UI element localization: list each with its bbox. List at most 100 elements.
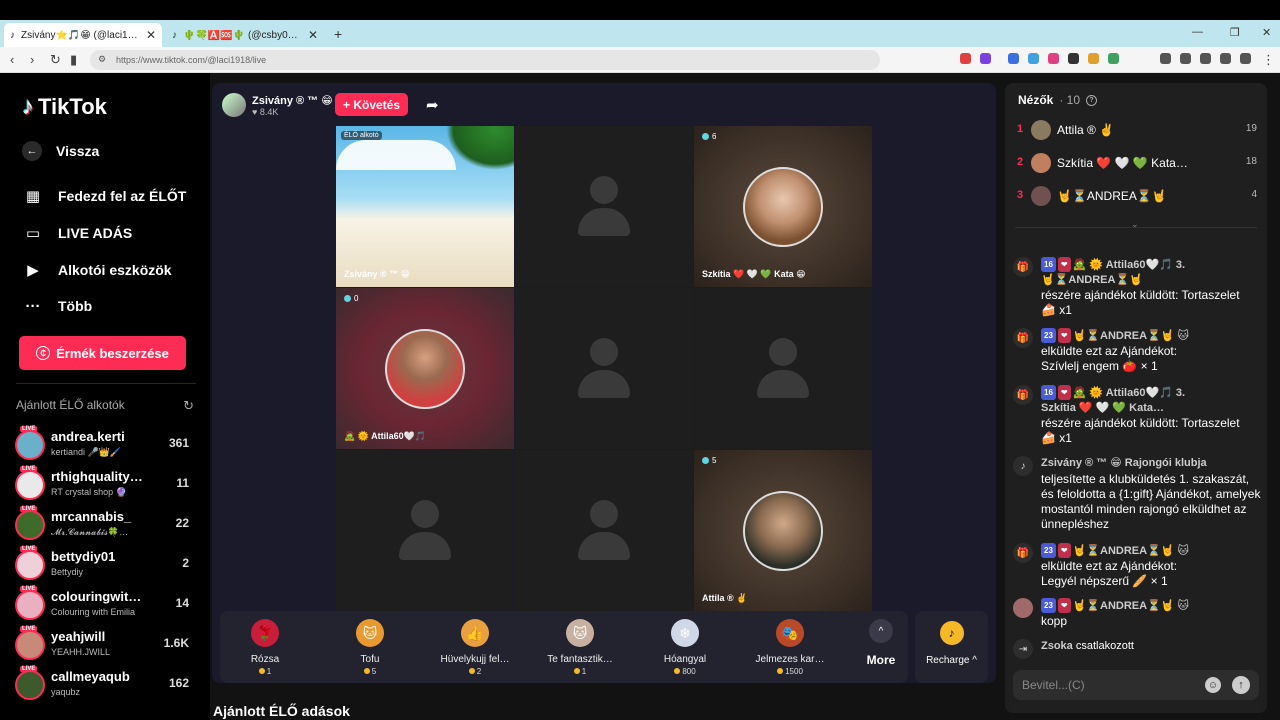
gift-item[interactable]: 👍 Hüvelykujj fel… 2 <box>425 619 525 679</box>
live-badge: LIVE <box>20 586 38 592</box>
help-icon[interactable]: ? <box>1086 94 1098 106</box>
close-tab-icon[interactable]: ✕ <box>146 28 156 42</box>
chat-input[interactable]: Bevitel...(C) ☺ ↑ <box>1013 670 1259 700</box>
top-viewer-item[interactable]: 1 Attila ® ✌️ 19 <box>1017 118 1257 142</box>
shield-icon[interactable] <box>1240 53 1251 64</box>
close-window-icon[interactable]: ✕ <box>1262 26 1271 39</box>
viewers-header[interactable]: Nézők · 10 ? <box>1018 93 1098 107</box>
guest-cell-empty[interactable] <box>694 288 872 449</box>
extension-icon[interactable] <box>1108 53 1119 64</box>
top-viewer-item[interactable]: 2 Szkítia ❤️ 🤍 💚 Kata… 18 <box>1017 151 1257 175</box>
share-icon[interactable]: ➦ <box>426 96 439 114</box>
creator-tools-icon: ▶ <box>27 262 39 279</box>
url-input[interactable]: ⚙ https://www.tiktok.com/@laci1918/live <box>90 50 880 70</box>
browser-tab-active[interactable]: ♪ Zsivány⭐🎵😁 (@laci1918) É… ✕ <box>4 23 162 47</box>
host-avatar[interactable] <box>222 93 246 117</box>
maximize-icon[interactable]: ❐ <box>1230 26 1240 39</box>
creator-item[interactable]: LIVE yeahjwill YEAHH.JWILL 1.6K <box>15 626 195 663</box>
gift-icon: 🐱 <box>566 619 594 647</box>
message-text: kopp <box>1041 614 1068 628</box>
nav-label: LIVE ADÁS <box>58 225 133 241</box>
message-author[interactable]: 16 ❤ 🧟 🌞 Attila60🤍🎵 3. 🤘⏳ANDREA⏳🤘 <box>1041 257 1261 288</box>
guest-cell-empty[interactable] <box>515 450 693 611</box>
tiktok-logo[interactable]: ♪ TikTok <box>22 93 107 121</box>
message-author[interactable]: Zsivány ® ™ 😁 Rajongói klubja <box>1041 456 1261 471</box>
gift-price: 800 <box>635 667 735 676</box>
favorites-icon[interactable] <box>1220 53 1231 64</box>
gift-item[interactable]: 🐱 Te fantasztik… 1 <box>530 619 630 679</box>
creator-subtitle: Bettydiy <box>51 567 84 577</box>
sidebar-toggle-icon[interactable] <box>1180 53 1191 64</box>
message-author[interactable]: 16 ❤ 🧟 🌞 Attila60🤍🎵 3. Szkítia ❤️ 🤍 💚 Kata… <box>1041 385 1261 416</box>
guest-cell-empty[interactable] <box>515 126 693 287</box>
top-viewer-item[interactable]: 3 🤘⏳ANDREA⏳🤘 4 <box>1017 184 1257 208</box>
extension-icon[interactable] <box>1088 53 1099 64</box>
creator-name: bettydiy01 <box>51 549 116 564</box>
creator-name: callmeyaqub <box>51 669 130 684</box>
divider <box>16 383 196 384</box>
back-icon[interactable]: ‹ <box>10 52 14 67</box>
extension-icon[interactable] <box>980 53 991 64</box>
message-author[interactable]: Zsoka csatlakozott <box>1041 639 1261 654</box>
menu-dots-icon[interactable]: ⋮ <box>1262 52 1275 68</box>
gift-item[interactable]: ❄ Hóangyal 800 <box>635 619 735 679</box>
get-coins-button[interactable]: ₵ Érmék beszerzése <box>19 336 186 370</box>
guest-cell[interactable]: 0 🧟 🌞 Attila60🤍🎵 <box>336 288 514 449</box>
extension-icon[interactable] <box>1160 53 1171 64</box>
nav-creator-tools[interactable]: ▶ Alkotói eszközök <box>22 259 171 281</box>
chevron-down-icon[interactable]: ⌄ <box>1131 219 1139 230</box>
more-gifts-button[interactable]: ^ More <box>856 619 906 667</box>
host-info[interactable]: Zsivány ® ™ 😁 ♥ 8.4K <box>222 93 333 117</box>
gift-item[interactable]: 🐱 Tofu 5 <box>320 619 420 679</box>
guest-cell-empty[interactable] <box>336 450 514 611</box>
extension-icon[interactable] <box>1048 53 1059 64</box>
viewer-name: Attila ® ✌️ <box>1057 123 1115 137</box>
message-author[interactable]: 23 ❤ 🤘⏳ANDREA⏳🤘 🐱 <box>1041 543 1261 559</box>
creator-item[interactable]: LIVE rthighquality… RT crystal shop 🔮 11 <box>15 466 195 503</box>
close-tab-icon[interactable]: ✕ <box>308 28 318 42</box>
creator-viewers: 162 <box>168 676 189 690</box>
extension-icon[interactable] <box>1068 53 1079 64</box>
forward-icon[interactable]: › <box>30 52 34 67</box>
nav-explore-live[interactable]: ▦ Fedezd fel az ÉLŐT <box>22 185 186 207</box>
creator-item[interactable]: LIVE andrea.kerti kertiandi 🎤👑🖌️ 361 <box>15 426 195 463</box>
extension-icon[interactable] <box>1028 53 1039 64</box>
creator-viewers: 1.6K <box>163 636 189 650</box>
minimize-icon[interactable]: — <box>1192 26 1203 38</box>
creator-item[interactable]: LIVE colouringwit… Colouring with Emilia 14 <box>15 586 195 623</box>
refresh-icon[interactable]: ↻ <box>183 398 194 414</box>
extension-icon[interactable] <box>960 53 971 64</box>
new-tab-button[interactable]: + <box>334 26 342 42</box>
site-info-icon[interactable]: ⚙ <box>98 54 106 65</box>
guest-cell-host[interactable]: ÉLŐ alkotó Zsivány ® ™ 😁 <box>336 126 514 287</box>
message-author[interactable]: 23 ❤ 🤘⏳ANDREA⏳🤘 🐱 <box>1041 598 1261 614</box>
browser-tab[interactable]: ♪ 🌵🍀🅰️🆘🌵 (@csby0… ✕ <box>166 23 324 47</box>
gift-item[interactable]: 🌹 Rózsa 1 <box>215 619 315 679</box>
bookmark-icon[interactable]: ▮ <box>70 52 77 68</box>
fan-badge: ❤ <box>1057 598 1071 613</box>
nav-back[interactable]: ← Vissza <box>22 141 99 161</box>
creator-name: mrcannabis_ <box>51 509 132 524</box>
guest-cell[interactable]: 6 Szkítia ❤️ 🤍 💚 Kata 😁 <box>694 126 872 287</box>
message-author[interactable]: 23 ❤ 🤘⏳ANDREA⏳🤘 🐱 <box>1041 328 1261 344</box>
extension-icon[interactable] <box>1008 53 1019 64</box>
send-icon[interactable]: ↑ <box>1232 676 1250 694</box>
creator-item[interactable]: LIVE mrcannabis_ 𝓜𝓻.𝓒𝓪𝓷𝓷𝓪𝓫𝓲𝓼🍀… 22 <box>15 506 195 543</box>
recharge-button[interactable]: ♪ Recharge ^ <box>915 611 988 683</box>
tab-title: Zsivány⭐🎵😁 (@laci1918) É… <box>21 29 140 41</box>
nav-label: Több <box>58 298 93 314</box>
creator-item[interactable]: LIVE bettydiy01 Bettydiy 2 <box>15 546 195 583</box>
emoji-icon[interactable]: ☺ <box>1205 677 1221 693</box>
join-icon: ⇥ <box>1013 639 1033 659</box>
nav-live-broadcast[interactable]: ▭ LIVE ADÁS <box>22 222 132 244</box>
reload-icon[interactable]: ↻ <box>50 52 61 68</box>
host-name[interactable]: Zsivány ® ™ 😁 <box>252 94 333 107</box>
guest-cell-empty[interactable] <box>515 288 693 449</box>
creator-item[interactable]: LIVE callmeyaqub yaqubz 162 <box>15 666 195 703</box>
guest-cell[interactable]: 5 Attila ® ✌️ <box>694 450 872 611</box>
follow-button[interactable]: + Követés <box>335 93 408 116</box>
extension-icon[interactable] <box>1200 53 1211 64</box>
gift-icon: 🌹 <box>251 619 279 647</box>
nav-more[interactable]: ··· Több <box>22 295 93 317</box>
gift-item[interactable]: 🎭 Jelmezes kar… 1500 <box>740 619 840 679</box>
